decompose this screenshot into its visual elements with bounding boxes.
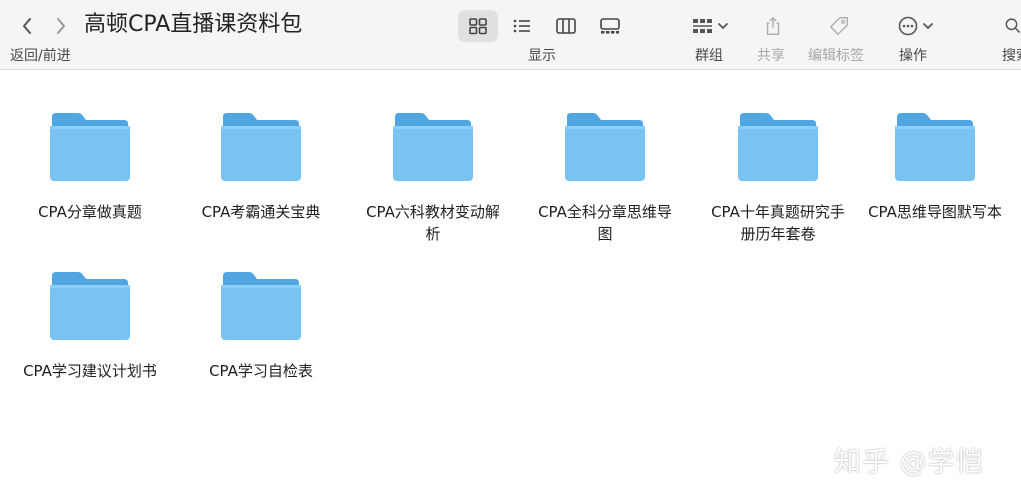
chevron-down-icon	[718, 23, 728, 29]
share-button[interactable]	[760, 10, 786, 42]
folder-label: CPA学习自检表	[209, 362, 313, 380]
search-caption: 搜索	[1002, 48, 1021, 64]
nav-caption: 返回/前进	[10, 48, 71, 64]
folder-grid: CPA分章做真题 CPA考霸通关宝典 CPA六科教材变动解析 CPA全科分章思维…	[0, 71, 1021, 500]
folder-icon	[50, 113, 130, 181]
tag-icon	[830, 17, 848, 35]
forward-button[interactable]	[48, 12, 74, 40]
grid-view-icon	[469, 18, 487, 35]
action-caption: 操作	[899, 48, 927, 64]
gallery-view-icon	[600, 18, 620, 34]
folder-item[interactable]: CPA分章做真题	[4, 111, 176, 223]
more-icon	[898, 16, 933, 36]
share-icon	[766, 16, 780, 35]
folder-label: CPA十年真题研究手册历年套卷	[711, 203, 845, 243]
edit-tags-button[interactable]	[824, 10, 854, 42]
folder-item[interactable]: CPA学习自检表	[175, 270, 347, 382]
grid-view-button[interactable]	[458, 10, 498, 42]
folder-label: CPA全科分章思维导图	[538, 203, 672, 243]
search-icon	[1005, 18, 1021, 33]
column-view-icon	[556, 18, 576, 34]
folder-icon	[221, 113, 301, 181]
folder-label: CPA思维导图默写本	[868, 203, 1002, 221]
group-icon	[693, 19, 728, 33]
chevron-down-icon	[923, 23, 933, 29]
folder-icon	[393, 113, 473, 181]
list-view-icon	[513, 19, 530, 33]
share-caption: 共享	[757, 48, 785, 64]
folder-label: CPA考霸通关宝典	[201, 203, 321, 221]
window-title: 高顿CPA直播课资料包	[84, 12, 303, 37]
finder-toolbar: 高顿CPA直播课资料包 返回/前进 显示 群组 共享 编辑标签 操作 搜	[0, 0, 1021, 70]
view-mode-group	[458, 10, 630, 42]
folder-label: CPA六科教材变动解析	[366, 203, 500, 243]
gallery-view-button[interactable]	[590, 10, 630, 42]
folder-label: CPA学习建议计划书	[23, 362, 157, 380]
folder-icon	[738, 113, 818, 181]
folder-item[interactable]: CPA十年真题研究手册历年套卷	[692, 111, 864, 245]
folder-item[interactable]: CPA六科教材变动解析	[347, 111, 519, 245]
folder-label: CPA分章做真题	[38, 203, 142, 221]
view-caption: 显示	[528, 48, 556, 64]
search-button[interactable]	[1002, 10, 1021, 42]
group-button[interactable]	[688, 10, 734, 42]
group-caption: 群组	[695, 48, 723, 64]
back-button[interactable]	[14, 12, 40, 40]
folder-item[interactable]: CPA考霸通关宝典	[175, 111, 347, 223]
chevron-left-icon	[23, 18, 31, 34]
folder-item[interactable]: CPA思维导图默写本	[849, 111, 1021, 223]
edit-tags-caption: 编辑标签	[808, 48, 864, 64]
folder-icon	[895, 113, 975, 181]
watermark: 知乎 @学恺	[834, 447, 984, 478]
folder-item[interactable]: CPA学习建议计划书	[4, 270, 176, 382]
folder-item[interactable]: CPA全科分章思维导图	[519, 111, 691, 245]
column-view-button[interactable]	[546, 10, 586, 42]
folder-icon	[565, 113, 645, 181]
action-button[interactable]	[895, 10, 939, 42]
folder-icon	[221, 272, 301, 340]
list-view-button[interactable]	[502, 10, 542, 42]
folder-icon	[50, 272, 130, 340]
chevron-right-icon	[57, 18, 65, 34]
